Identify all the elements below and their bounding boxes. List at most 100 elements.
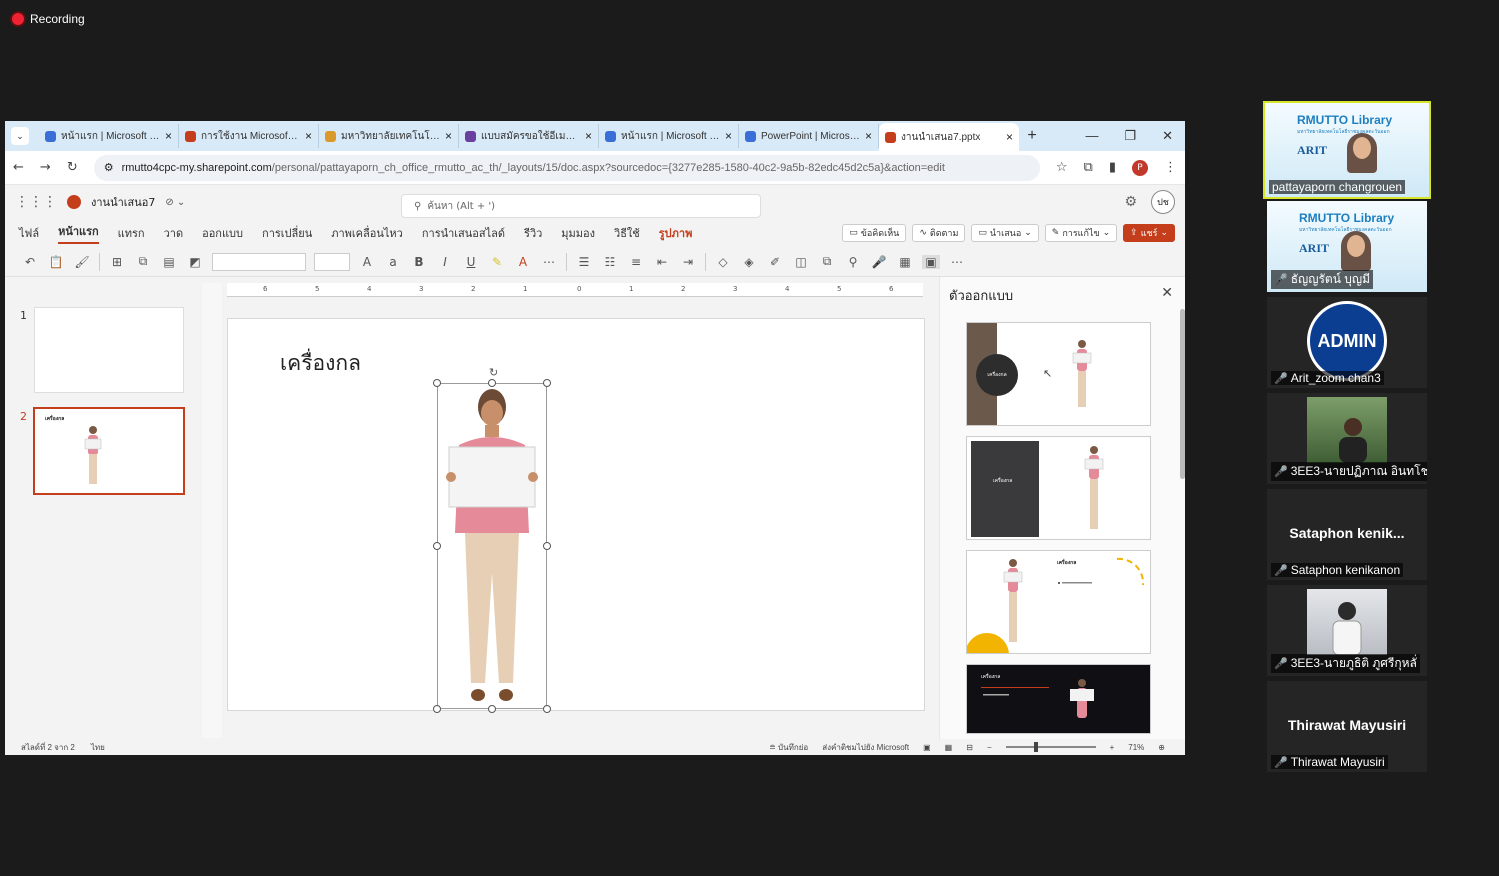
close-icon[interactable]: × — [445, 129, 452, 143]
app-launcher-icon[interactable]: ⋮⋮⋮ — [15, 194, 57, 210]
participant-tile[interactable]: 🎤 3EE3-นายปฏิภาณ อินทโชติ — [1267, 393, 1427, 484]
language-indicator[interactable]: ไทย — [91, 741, 105, 754]
find-icon[interactable]: ⚲ — [844, 255, 862, 269]
close-icon[interactable]: ✕ — [1161, 285, 1173, 301]
decrease-font-icon[interactable]: a — [384, 255, 402, 269]
resize-handle[interactable] — [433, 705, 441, 713]
design-option-3[interactable]: เครื่องกล — [966, 550, 1151, 654]
bookmark-star-icon[interactable]: ☆ — [1056, 160, 1068, 175]
tab-transitions[interactable]: การเปลี่ยน — [262, 224, 312, 242]
tab-view[interactable]: มุมมอง — [561, 224, 595, 242]
user-avatar[interactable]: ปช — [1151, 190, 1175, 214]
highlight-icon[interactable]: ✎ — [488, 255, 506, 269]
close-icon[interactable]: × — [585, 129, 592, 143]
shape-effects-icon[interactable]: ◫ — [792, 255, 810, 269]
arrange-icon[interactable]: ⧉ — [818, 254, 836, 269]
resize-handle[interactable] — [543, 705, 551, 713]
tab-insert[interactable]: แทรก — [118, 224, 145, 242]
zoom-in-icon[interactable]: + — [1110, 743, 1115, 752]
underline-icon[interactable]: U — [462, 255, 480, 269]
feedback-link[interactable]: ส่งคำติชมไปยัง Microsoft — [822, 741, 909, 754]
new-slide-icon[interactable]: ⊞ — [108, 255, 126, 269]
reuse-slides-icon[interactable]: ⧉ — [134, 254, 152, 269]
format-painter-icon[interactable]: 🖌 — [73, 255, 91, 269]
zoom-out-icon[interactable]: − — [987, 743, 992, 752]
increase-indent-icon[interactable]: ⇥ — [679, 255, 697, 269]
participant-tile[interactable]: RMUTTO Library มหาวิทยาลัยเทคโนโลยีราชมง… — [1267, 201, 1427, 292]
close-icon[interactable]: × — [1006, 130, 1013, 144]
designer-grid-icon[interactable]: ▦ — [896, 255, 914, 269]
selection-box[interactable]: ↻ — [433, 366, 551, 713]
increase-font-icon[interactable]: A — [358, 255, 376, 269]
tab-file[interactable]: ไฟล์ — [19, 224, 39, 242]
settings-gear-icon[interactable]: ⚙ — [1124, 194, 1137, 210]
site-info-icon[interactable]: ⚙ — [104, 161, 114, 174]
normal-view-icon[interactable]: ▣ — [923, 743, 931, 752]
participant-tile[interactable]: RMUTTO Library มหาวิทยาลัยเทคโนโลยีราชมง… — [1263, 101, 1431, 199]
forward-icon[interactable]: → — [40, 160, 51, 175]
browser-tab[interactable]: แบบสมัครขอใช้อีเมล์ @rmutto× — [459, 124, 599, 148]
slide-sorter-icon[interactable]: ▦ — [945, 743, 953, 752]
close-icon[interactable]: × — [305, 129, 312, 143]
tab-slideshow[interactable]: การนำเสนอสไลด์ — [422, 224, 505, 242]
slide-thumbnail-2[interactable]: เครื่องกล — [33, 407, 185, 495]
menu-dots-icon[interactable]: ⋮ — [1164, 160, 1177, 175]
shapes-icon[interactable]: ◇ — [714, 255, 732, 269]
resize-handle[interactable] — [433, 379, 441, 387]
maximize-icon[interactable]: ❐ — [1124, 128, 1136, 144]
resize-handle[interactable] — [488, 379, 496, 387]
design-option-4[interactable]: เครื่องกล — [966, 664, 1151, 734]
decrease-indent-icon[interactable]: ⇤ — [653, 255, 671, 269]
align-icon[interactable]: ≡ — [627, 255, 645, 269]
bullets-icon[interactable]: ☰ — [575, 255, 593, 269]
resize-handle[interactable] — [433, 542, 441, 550]
browser-tab[interactable]: PowerPoint | Microsoft 365× — [739, 124, 879, 148]
save-status-icon[interactable]: ⊘ ⌄ — [165, 197, 185, 208]
fit-to-window-icon[interactable]: ⊕ — [1158, 743, 1165, 752]
designer-scrollbar[interactable] — [1180, 309, 1185, 479]
participant-tile[interactable]: Sataphon kenik... 🎤 Sataphon kenikanon — [1267, 489, 1427, 580]
browser-tab[interactable]: หน้าแรก | Microsoft 365 × — [39, 124, 179, 148]
resize-handle[interactable] — [543, 379, 551, 387]
tab-home[interactable]: หน้าแรก — [58, 222, 99, 244]
slide-canvas[interactable]: เครื่องกล ↻ — [227, 318, 925, 713]
new-tab-button[interactable]: + — [1019, 127, 1045, 145]
tab-design[interactable]: ออกแบบ — [202, 224, 243, 242]
browser-tab-active[interactable]: งานนำเสนอ7.pptx × — [879, 123, 1019, 151]
browser-tab[interactable]: มหาวิทยาลัยเทคโนโลยีราชมงคลตะวันออก× — [319, 124, 459, 148]
catchup-button[interactable]: ∿ ติดตาม — [912, 224, 966, 242]
minimize-icon[interactable]: — — [1085, 128, 1098, 144]
font-color-icon[interactable]: A — [514, 255, 532, 269]
present-button[interactable]: ▭ นำเสนอ ⌄ — [971, 224, 1039, 242]
more-options-icon[interactable]: ⋯ — [948, 255, 966, 269]
close-window-icon[interactable]: ✕ — [1162, 128, 1173, 144]
more-options-icon[interactable]: ⋯ — [540, 255, 558, 269]
layout-icon[interactable]: ▤ — [160, 255, 178, 269]
editing-mode-button[interactable]: ✎ การแก้ไข ⌄ — [1044, 224, 1118, 242]
font-family-select[interactable] — [212, 252, 306, 271]
comments-button[interactable]: ▭ ข้อคิดเห็น — [842, 224, 907, 242]
tab-help[interactable]: วิธีใช้ — [614, 224, 640, 242]
tab-review[interactable]: รีวิว — [524, 224, 542, 242]
share-button[interactable]: ⇪ แชร์ ⌄ — [1123, 224, 1175, 242]
zoom-slider[interactable] — [1005, 742, 1096, 752]
rotate-handle-icon[interactable]: ↻ — [489, 366, 498, 379]
resize-handle[interactable] — [488, 705, 496, 713]
zoom-level[interactable]: 71% — [1128, 743, 1144, 752]
design-option-1[interactable]: เครื่องกล ↖ — [966, 322, 1151, 426]
italic-icon[interactable]: I — [436, 255, 454, 269]
reload-icon[interactable]: ↻ — [67, 160, 78, 175]
sidebar-icon[interactable]: ▮ — [1109, 160, 1116, 175]
address-bar[interactable]: ⚙ rmutto4cpc-my.sharepoint.com/personal/… — [93, 154, 1040, 181]
participant-tile[interactable]: Thirawat Mayusiri 🎤 Thirawat Mayusiri — [1267, 681, 1427, 772]
search-input[interactable]: ⚲ ค้นหา (Alt + ') — [401, 194, 761, 218]
tab-animations[interactable]: ภาพเคลื่อนไหว — [331, 224, 403, 242]
undo-icon[interactable]: ↶ — [21, 255, 39, 269]
browser-tab[interactable]: หน้าแรก | Microsoft 365 × — [599, 124, 739, 148]
participant-tile[interactable]: ADMIN 🎤 Arit_zoom chan3 — [1267, 297, 1427, 388]
numbering-icon[interactable]: ☷ — [601, 255, 619, 269]
font-size-select[interactable] — [314, 252, 350, 271]
background-icon[interactable]: ◩ — [186, 255, 204, 269]
slide-title[interactable]: เครื่องกล — [280, 347, 361, 380]
close-icon[interactable]: × — [725, 129, 732, 143]
